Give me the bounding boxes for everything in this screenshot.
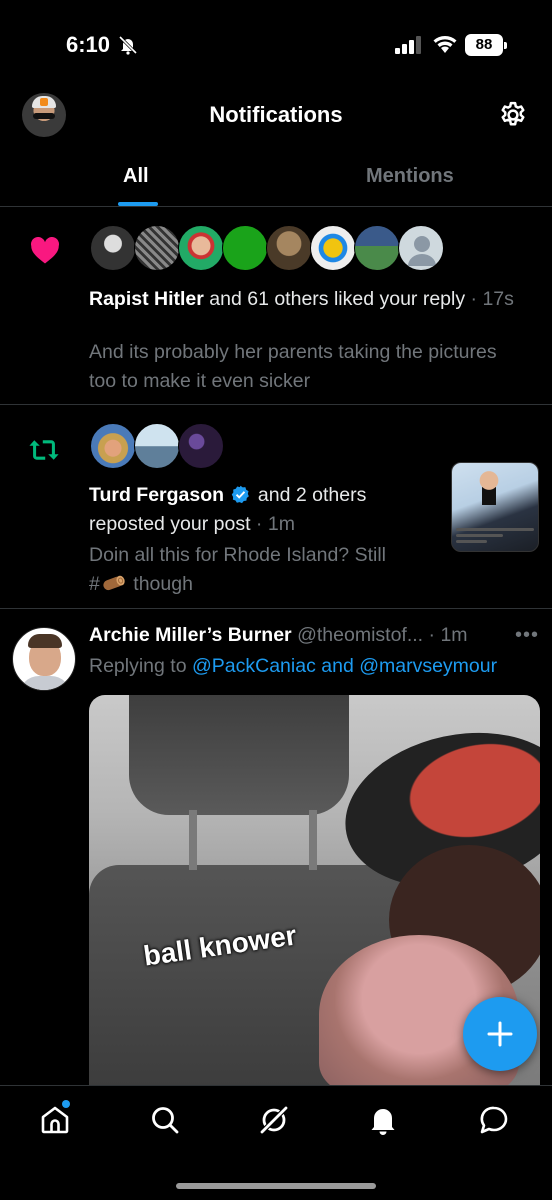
timestamp: 17s <box>482 288 514 310</box>
avatar[interactable] <box>310 225 356 271</box>
page-title: Notifications <box>209 102 343 127</box>
post-time: 1m <box>440 624 468 646</box>
action-text: and 2 others <box>257 484 367 506</box>
replying-to: Replying to @PackCaniac and @marvseymour <box>89 655 498 677</box>
like-notification[interactable]: Rapist Hitler and 61 others liked your r… <box>0 207 552 405</box>
actor-name[interactable]: Turd Fergason <box>89 484 224 506</box>
wifi-icon <box>433 36 457 53</box>
settings-gear-icon[interactable] <box>498 100 528 130</box>
bell-slash-icon <box>118 35 138 55</box>
avatar[interactable] <box>90 225 136 271</box>
mentioned-users[interactable]: @PackCaniac and @marvseymour <box>192 655 497 677</box>
author-handle[interactable]: @theomistof... <box>297 624 423 646</box>
plus-icon <box>487 1021 513 1047</box>
tab-mentions[interactable]: Mentions <box>366 165 454 188</box>
status-bar: 6:10 88 <box>0 0 552 90</box>
tab-all[interactable]: All <box>123 165 149 188</box>
post-header: Archie Miller’s Burner @theomistof... · … <box>89 624 468 646</box>
active-tab-indicator <box>118 202 158 206</box>
heart-icon <box>31 237 59 264</box>
actor-name[interactable]: Rapist Hitler <box>89 288 204 310</box>
repost-notification[interactable]: Turd Fergason and 2 others reposted your… <box>0 405 552 609</box>
top-bar: Notifications <box>0 90 552 145</box>
avatar-default[interactable] <box>398 225 444 271</box>
notification-tabs: All Mentions <box>0 145 552 207</box>
status-time: 6:10 <box>66 32 111 57</box>
cellular-signal-icon <box>395 36 421 54</box>
home-icon[interactable] <box>39 1104 71 1136</box>
avatar[interactable] <box>134 225 180 271</box>
notification-preview: And its probably her parents taking the … <box>89 341 497 392</box>
avatar[interactable] <box>90 423 136 469</box>
search-icon[interactable] <box>149 1104 181 1136</box>
notification-text: Rapist Hitler and 61 others liked your r… <box>89 288 514 310</box>
notification-text: Turd Fergason and 2 others reposted your… <box>89 484 367 535</box>
compose-button[interactable] <box>463 997 537 1071</box>
avatar[interactable] <box>178 423 224 469</box>
post-thumbnail[interactable] <box>451 462 539 552</box>
avatar[interactable] <box>178 225 224 271</box>
avatar[interactable] <box>222 225 268 271</box>
home-unread-dot <box>62 1100 70 1108</box>
avatar[interactable] <box>266 225 312 271</box>
notifications-bell-icon[interactable] <box>367 1104 399 1136</box>
avatar[interactable] <box>134 423 180 469</box>
verified-badge-icon <box>232 485 250 504</box>
more-options-icon[interactable]: ••• <box>515 624 539 647</box>
default-user-icon <box>408 236 436 266</box>
notification-preview: Doin all this for Rhode Island? Still # … <box>89 544 386 595</box>
repost-icon <box>29 440 59 460</box>
log-emoji-icon <box>103 575 125 591</box>
grok-icon[interactable] <box>258 1104 290 1136</box>
timestamp: 1m <box>267 513 295 535</box>
action-text: and 61 others liked your reply <box>203 288 466 310</box>
avatar[interactable] <box>354 225 400 271</box>
author-name[interactable]: Archie Miller’s Burner <box>89 624 292 646</box>
bottom-navigation <box>0 1085 552 1200</box>
battery-indicator: 88 <box>465 34 507 56</box>
home-indicator <box>176 1183 376 1189</box>
messages-icon[interactable] <box>478 1104 510 1136</box>
author-avatar[interactable] <box>12 627 76 691</box>
action-text-2: reposted your post <box>89 513 251 535</box>
